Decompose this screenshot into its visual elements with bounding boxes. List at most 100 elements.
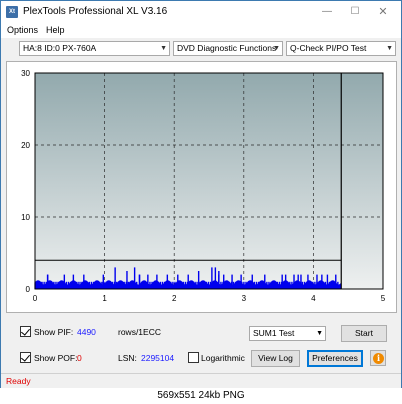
x-tick-label-2: 2 — [172, 294, 177, 303]
bar-pif-21 — [78, 281, 80, 289]
bar-pif-121 — [287, 281, 289, 289]
info-icon: i — [373, 353, 384, 364]
bar-pif-139 — [324, 281, 327, 289]
bar-spike-13 — [187, 274, 189, 289]
test-select[interactable]: Q-Check PI/PO Test ▼ — [286, 41, 396, 56]
bar-pif-29 — [94, 281, 97, 289]
logarithmic-label: Logarithmic — [201, 353, 245, 363]
view-log-button[interactable]: View Log — [251, 350, 300, 367]
bar-pif-142 — [330, 281, 333, 289]
bar-pif-45 — [127, 281, 130, 289]
bar-spike-1 — [63, 274, 66, 289]
bar-pif-101 — [245, 281, 247, 289]
bar-spike-30 — [321, 274, 323, 289]
bar-pif-66 — [172, 281, 174, 289]
bar-spike-6 — [126, 271, 128, 289]
bar-pif-69 — [178, 281, 180, 289]
bar-pif-34 — [105, 281, 107, 289]
bar-pif-2 — [39, 281, 42, 289]
bar-pif-51 — [140, 281, 143, 289]
bar-pif-130 — [305, 281, 308, 289]
bar-pif-43 — [123, 281, 125, 289]
show-pif-label: Show PIF: — [34, 327, 74, 337]
preferences-button[interactable]: Preferences — [307, 350, 363, 367]
menu-options[interactable]: Options — [7, 25, 38, 35]
bar-pif-75 — [191, 281, 193, 289]
bar-pif-35 — [107, 281, 109, 289]
bar-pif-60 — [159, 281, 162, 289]
bar-pif-15 — [65, 281, 68, 289]
bar-pif-46 — [129, 281, 132, 289]
bar-pif-61 — [161, 281, 164, 289]
bar-pif-1 — [37, 281, 40, 289]
bar-pif-16 — [67, 281, 70, 289]
bar-pif-95 — [232, 281, 235, 289]
bar-spike-5 — [114, 267, 116, 289]
bar-spike-2 — [72, 274, 75, 289]
bar-pif-0 — [35, 281, 38, 289]
status-text: Ready — [6, 376, 31, 386]
info-button[interactable]: i — [370, 350, 386, 366]
pof-value: 0 — [77, 353, 82, 363]
x-tick-label-4: 4 — [311, 294, 316, 303]
pi-po-chart: 0 1 2 3 4 5 0 10 20 30 — [21, 69, 386, 303]
bar-pif-31 — [99, 281, 101, 289]
image-caption: 569x551 24kb PNG — [0, 388, 402, 404]
bar-pif-49 — [136, 281, 138, 289]
bar-pif-40 — [117, 281, 120, 289]
drive-select[interactable]: HA:8 ID:0 PX-760A ▼ — [19, 41, 170, 56]
bar-pif-52 — [142, 281, 145, 289]
bar-pif-7 — [49, 281, 51, 289]
bar-pif-116 — [276, 281, 279, 289]
bar-pif-20 — [76, 281, 78, 289]
bar-pif-117 — [278, 281, 281, 289]
close-button[interactable]: ✕ — [367, 1, 399, 23]
bar-pif-56 — [151, 281, 153, 289]
title-bar[interactable]: Xt PlexTools Professional XL V3.16 — ☐ ✕ — [1, 1, 401, 23]
bar-pif-71 — [182, 281, 185, 289]
bar-spike-3 — [83, 274, 85, 289]
bar-pif-97 — [236, 281, 239, 289]
bar-pif-123 — [291, 281, 293, 289]
bar-pif-111 — [266, 281, 268, 289]
bar-pif-105 — [253, 281, 256, 289]
bar-spike-15 — [211, 267, 213, 289]
bar-spike-23 — [281, 274, 283, 289]
x-tick-label-3: 3 — [242, 294, 247, 303]
lsn-label: LSN: — [118, 353, 137, 363]
bar-spike-4 — [102, 274, 105, 289]
bar-spike-11 — [166, 274, 169, 289]
pif-unit: rows/1ECC — [118, 327, 161, 337]
bar-pif-87 — [216, 281, 218, 289]
lsn-value: 2295104 — [141, 353, 175, 363]
bar-pif-62 — [163, 281, 166, 289]
bar-spike-29 — [316, 274, 318, 289]
function-select[interactable]: DVD Diagnostic Functions ▼ — [173, 41, 283, 56]
logarithmic-checkbox[interactable] — [188, 352, 199, 363]
show-pif-checkbox[interactable] — [20, 326, 31, 337]
show-pof-checkbox[interactable] — [20, 352, 31, 363]
show-pof-label: Show POF: — [34, 353, 78, 363]
plot-background — [35, 73, 383, 289]
app-icon: Xt — [6, 6, 18, 18]
bar-pif-8 — [51, 281, 53, 289]
bar-pif-128 — [301, 281, 304, 289]
chevron-down-icon: ▼ — [316, 330, 323, 337]
sum-test-select[interactable]: SUM1 Test ▼ — [249, 326, 326, 341]
bar-pif-114 — [272, 281, 274, 289]
bar-spike-22 — [264, 274, 266, 289]
bar-pif-36 — [109, 281, 111, 289]
bar-pif-138 — [322, 281, 324, 289]
bar-pif-41 — [119, 281, 121, 289]
bar-pif-53 — [145, 281, 147, 289]
bar-pif-109 — [261, 281, 264, 289]
menu-help[interactable]: Help — [46, 25, 65, 35]
bar-pif-103 — [249, 281, 251, 289]
bar-spike-16 — [214, 267, 217, 289]
bar-pif-122 — [289, 281, 291, 289]
bar-spike-9 — [147, 274, 149, 289]
bar-spike-25 — [293, 274, 295, 289]
bar-pif-80 — [201, 281, 203, 289]
start-button[interactable]: Start — [341, 325, 387, 342]
bar-pif-96 — [234, 281, 237, 289]
